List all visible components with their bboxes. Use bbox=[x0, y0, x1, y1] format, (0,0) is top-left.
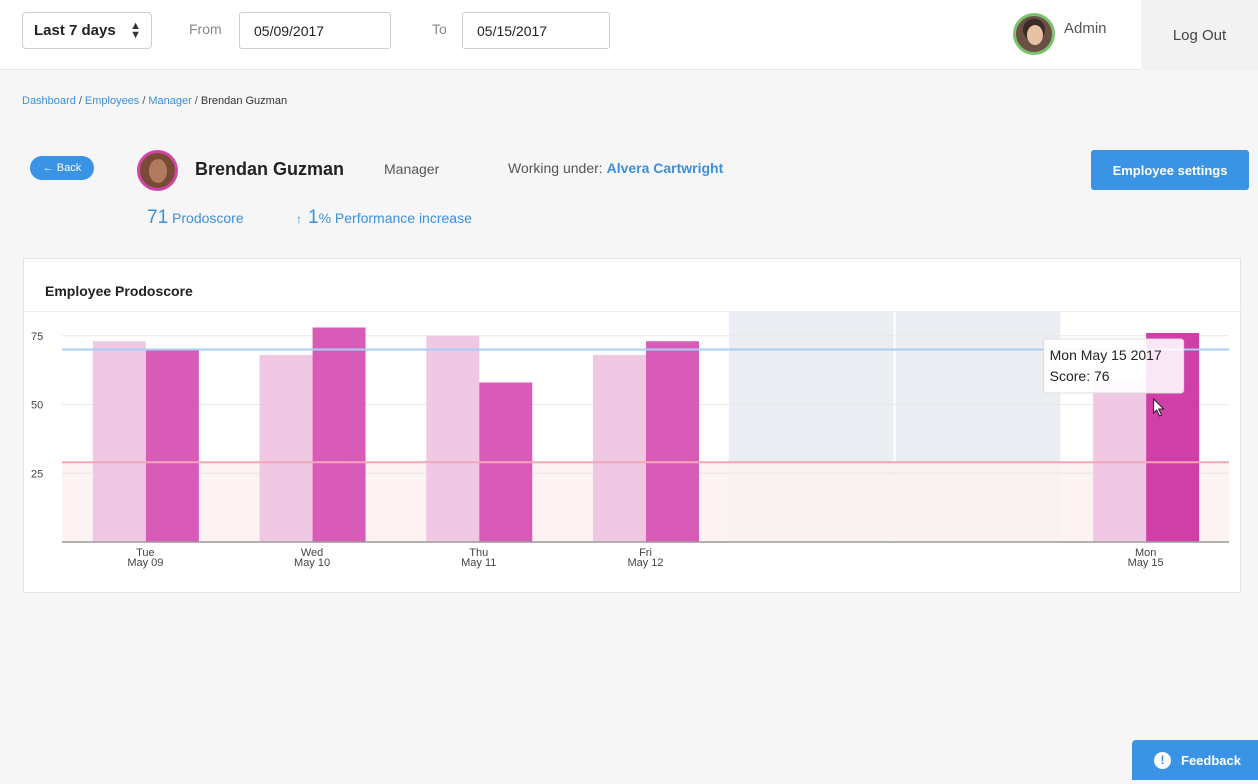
performance-summary: ↑ 1% Performance increase bbox=[296, 207, 472, 229]
prodoscore-summary: 71 Prodoscore bbox=[147, 207, 244, 229]
bar-previous bbox=[259, 355, 313, 542]
arrow-up-icon: ↑ bbox=[296, 212, 302, 226]
employee-role: Manager bbox=[384, 161, 440, 177]
x-tick-label-date: May 12 bbox=[627, 557, 663, 569]
tooltip-score: Score: 76 bbox=[1050, 368, 1110, 384]
employee-avatar bbox=[137, 150, 178, 191]
prodoscore-label: Prodoscore bbox=[172, 210, 244, 226]
supervisor-link[interactable]: Alvera Cartwright bbox=[607, 160, 724, 176]
back-button[interactable]: ← Back bbox=[30, 156, 94, 180]
feedback-icon: ! bbox=[1154, 751, 1171, 769]
tooltip-date: Mon May 15 2017 bbox=[1050, 347, 1162, 363]
breadcrumb-separator: / bbox=[194, 95, 198, 107]
feedback-button[interactable]: ! Feedback bbox=[1132, 740, 1258, 780]
prodoscore-chart-card: Employee Prodoscore 25 50 75 Tue May 09 Wed Ma… bbox=[23, 258, 1242, 593]
y-tick-label: 50 bbox=[31, 400, 43, 412]
bar-current bbox=[145, 349, 199, 542]
updown-arrows-icon: ▲ ▼ bbox=[130, 20, 141, 41]
x-tick-label-date: May 15 bbox=[1128, 557, 1164, 569]
feedback-label: Feedback bbox=[1181, 752, 1241, 768]
bar-current bbox=[646, 341, 699, 542]
performance-label: % Performance increase bbox=[318, 210, 472, 226]
prodoscore-chart: 255075TueMay 09WedMay 10ThuMay 11FriMay … bbox=[31, 311, 1229, 569]
from-label: From bbox=[189, 21, 222, 37]
logout-button[interactable]: Log Out bbox=[1141, 0, 1258, 70]
from-date-input[interactable] bbox=[239, 12, 391, 49]
employee-name: Brendan Guzman bbox=[195, 159, 345, 179]
x-tick-label-date: May 09 bbox=[127, 557, 163, 569]
performance-value: 1 bbox=[308, 207, 319, 228]
y-tick-label: 75 bbox=[31, 331, 43, 343]
working-under: Working under: Alvera Cartwright bbox=[508, 160, 723, 176]
bar-previous bbox=[92, 341, 146, 542]
breadcrumb-employees[interactable]: Employees bbox=[85, 95, 139, 107]
to-date-input[interactable] bbox=[462, 12, 610, 49]
date-range-value: Last 7 days bbox=[34, 22, 116, 39]
y-tick-label: 25 bbox=[31, 468, 43, 480]
working-under-label: Working under: bbox=[508, 160, 603, 176]
to-label: To bbox=[432, 21, 447, 37]
bar-previous bbox=[593, 355, 646, 542]
breadcrumb: Dashboard / Employees / Manager / Brendan Guzm… bbox=[22, 95, 287, 107]
admin-name[interactable]: Admin bbox=[1064, 20, 1107, 37]
top-bar: Last 7 days ▲▼ From To Admin Log Out bbox=[0, 0, 1258, 70]
prodoscore-value: 71 bbox=[147, 207, 169, 228]
x-tick-label-date: May 10 bbox=[294, 557, 330, 569]
bar-current bbox=[312, 327, 366, 542]
breadcrumb-separator: / bbox=[78, 95, 82, 107]
x-tick-label-date: May 11 bbox=[461, 557, 496, 569]
admin-avatar[interactable] bbox=[1013, 13, 1055, 55]
breadcrumb-separator: / bbox=[142, 95, 146, 107]
bar-previous bbox=[426, 335, 480, 542]
date-range-select[interactable]: Last 7 days ▲ ▼ bbox=[22, 12, 152, 49]
breadcrumb-current: Brendan Guzman bbox=[200, 95, 288, 107]
employee-settings-button[interactable]: Employee settings bbox=[1091, 150, 1249, 190]
breadcrumb-dashboard[interactable]: Dashboard bbox=[22, 95, 76, 107]
breadcrumb-manager[interactable]: Manager bbox=[148, 95, 191, 107]
